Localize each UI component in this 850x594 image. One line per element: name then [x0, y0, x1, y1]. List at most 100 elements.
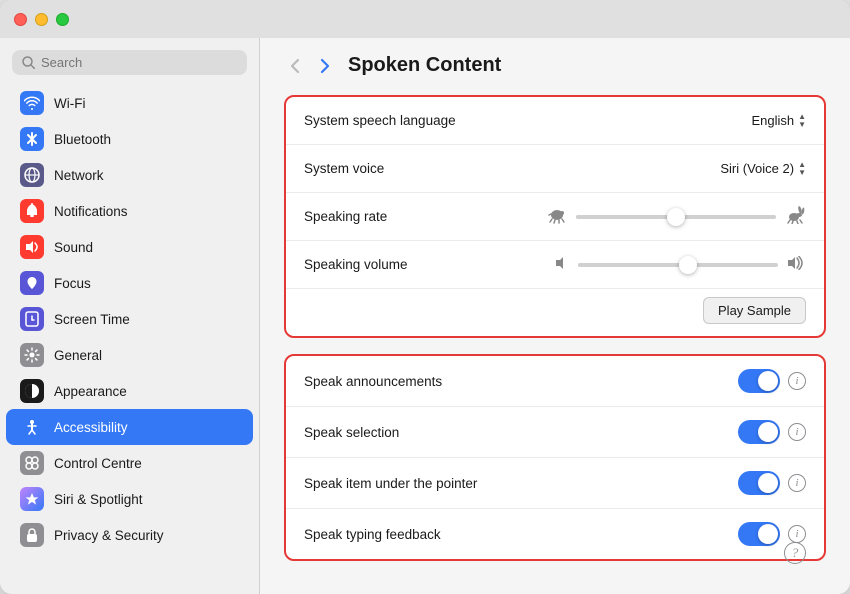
speak-announcements-label: Speak announcements: [304, 374, 738, 389]
forward-button[interactable]: [314, 55, 336, 77]
sidebar-item-notifications[interactable]: Notifications: [6, 193, 253, 229]
sidebar-item-controlcentre[interactable]: Control Centre: [6, 445, 253, 481]
speech-language-value[interactable]: English ▲ ▼: [751, 112, 806, 130]
accessibility-icon: [20, 415, 44, 439]
back-button[interactable]: [284, 55, 306, 77]
titlebar: [0, 0, 850, 38]
sidebar-item-label-focus: Focus: [54, 276, 91, 291]
sidebar-item-label-network: Network: [54, 168, 104, 183]
system-voice-value[interactable]: Siri (Voice 2) ▲ ▼: [720, 160, 806, 178]
speak-typing-label: Speak typing feedback: [304, 527, 738, 542]
controlcentre-icon: [20, 451, 44, 475]
toggle-knob: [758, 524, 778, 544]
speech-language-stepper[interactable]: ▲ ▼: [798, 112, 806, 130]
system-voice-stepper[interactable]: ▲ ▼: [798, 160, 806, 178]
speak-selection-toggle[interactable]: [738, 420, 780, 444]
page-title: Spoken Content: [348, 54, 501, 77]
bluetooth-icon: [20, 127, 44, 151]
sidebar-item-focus[interactable]: Focus: [6, 265, 253, 301]
speaking-volume-max-icon: [786, 256, 806, 273]
speak-announcements-row: Speak announcements i: [286, 356, 824, 407]
speaking-rate-slider-container: [546, 206, 806, 227]
appearance-icon: [20, 379, 44, 403]
sidebar-item-label-appearance: Appearance: [54, 384, 127, 399]
sidebar-item-label-controlcentre: Control Centre: [54, 456, 142, 471]
speak-pointer-info[interactable]: i: [788, 474, 806, 492]
sidebar-item-label-notifications: Notifications: [54, 204, 128, 219]
speaking-rate-min-icon: [546, 206, 568, 227]
sidebar-item-siri[interactable]: Siri & Spotlight: [6, 481, 253, 517]
sound-icon: [20, 235, 44, 259]
sidebar-item-appearance[interactable]: Appearance: [6, 373, 253, 409]
toggle-knob: [758, 422, 778, 442]
speak-typing-toggle[interactable]: [738, 522, 780, 546]
sidebar-item-wifi[interactable]: Wi-Fi: [6, 85, 253, 121]
system-voice-row: System voice Siri (Voice 2) ▲ ▼: [286, 145, 824, 193]
speech-language-row: System speech language English ▲ ▼: [286, 97, 824, 145]
screentime-icon: [20, 307, 44, 331]
sidebar-item-sound[interactable]: Sound: [6, 229, 253, 265]
speaking-rate-label: Speaking rate: [304, 209, 546, 224]
toggle-knob: [758, 371, 778, 391]
siri-icon: [20, 487, 44, 511]
help-button[interactable]: ?: [784, 542, 806, 564]
sidebar-items-container: Wi-Fi Bluetooth Network Notifications Sound F…: [0, 85, 259, 553]
speak-announcements-info[interactable]: i: [788, 372, 806, 390]
speaking-volume-row: Speaking volume: [286, 241, 824, 289]
speak-typing-info[interactable]: i: [788, 525, 806, 543]
sidebar-item-privacy[interactable]: Privacy & Security: [6, 517, 253, 553]
speaking-volume-label: Speaking volume: [304, 257, 554, 272]
sidebar-item-bluetooth[interactable]: Bluetooth: [6, 121, 253, 157]
sidebar-item-label-wifi: Wi-Fi: [54, 96, 85, 111]
play-sample-button[interactable]: Play Sample: [703, 297, 806, 324]
speak-pointer-row: Speak item under the pointer i: [286, 458, 824, 509]
speech-settings-card: System speech language English ▲ ▼ Syste…: [284, 95, 826, 338]
privacy-icon: [20, 523, 44, 547]
speak-options-card: Speak announcements i Speak selection: [284, 354, 826, 561]
minimize-button[interactable]: [35, 13, 48, 26]
wifi-icon: [20, 91, 44, 115]
speak-selection-label: Speak selection: [304, 425, 738, 440]
toggle-knob: [758, 473, 778, 493]
network-icon: [20, 163, 44, 187]
sidebar-item-label-screentime: Screen Time: [54, 312, 130, 327]
search-box[interactable]: [12, 50, 247, 75]
speaking-rate-max-icon: [784, 206, 806, 227]
app-window: Wi-Fi Bluetooth Network Notifications Sound F…: [0, 0, 850, 594]
speak-announcements-controls: i: [738, 369, 806, 393]
maximize-button[interactable]: [56, 13, 69, 26]
speaking-volume-slider-container: [554, 256, 806, 273]
sidebar-item-label-general: General: [54, 348, 102, 363]
play-sample-container: Play Sample: [286, 289, 824, 336]
speaking-rate-slider[interactable]: [576, 215, 776, 219]
sidebar-item-general[interactable]: General: [6, 337, 253, 373]
speak-selection-info[interactable]: i: [788, 423, 806, 441]
sidebar-item-label-bluetooth: Bluetooth: [54, 132, 111, 147]
sidebar-item-accessibility[interactable]: Accessibility: [6, 409, 253, 445]
speaking-volume-min-icon: [554, 256, 570, 273]
speaking-rate-row: Speaking rate: [286, 193, 824, 241]
speak-selection-row: Speak selection i: [286, 407, 824, 458]
detail-header: Spoken Content: [284, 54, 826, 77]
speak-pointer-toggle[interactable]: [738, 471, 780, 495]
speak-selection-controls: i: [738, 420, 806, 444]
detail-panel: Spoken Content System speech language En…: [260, 38, 850, 594]
general-icon: [20, 343, 44, 367]
search-icon: [22, 56, 35, 69]
search-input[interactable]: [41, 55, 237, 70]
sidebar-item-label-siri: Siri & Spotlight: [54, 492, 143, 507]
close-button[interactable]: [14, 13, 27, 26]
speak-announcements-toggle[interactable]: [738, 369, 780, 393]
speech-language-label: System speech language: [304, 113, 751, 128]
sidebar-item-label-privacy: Privacy & Security: [54, 528, 164, 543]
notifications-icon: [20, 199, 44, 223]
sidebar-item-label-sound: Sound: [54, 240, 93, 255]
speak-pointer-label: Speak item under the pointer: [304, 476, 738, 491]
speaking-volume-slider[interactable]: [578, 263, 778, 267]
speak-typing-row: Speak typing feedback i: [286, 509, 824, 559]
sidebar-item-screentime[interactable]: Screen Time: [6, 301, 253, 337]
sidebar: Wi-Fi Bluetooth Network Notifications Sound F…: [0, 38, 260, 594]
main-content: Wi-Fi Bluetooth Network Notifications Sound F…: [0, 38, 850, 594]
sidebar-item-network[interactable]: Network: [6, 157, 253, 193]
system-voice-label: System voice: [304, 161, 720, 176]
